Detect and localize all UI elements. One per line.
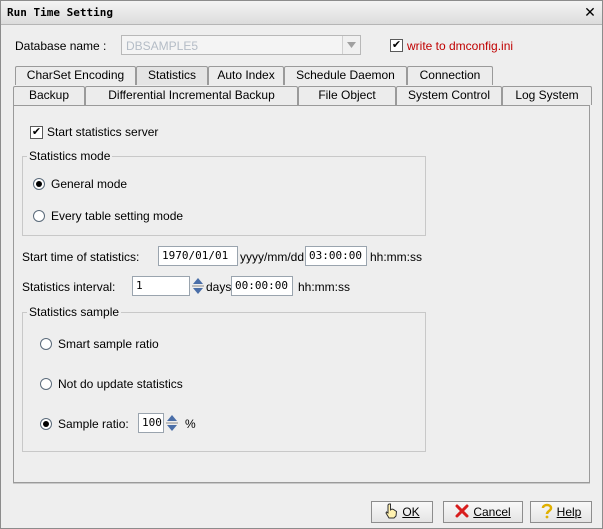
ok-label: OK xyxy=(402,505,420,519)
sample-ratio-unit: % xyxy=(185,417,196,431)
database-name-combo[interactable]: DBSAMPLE5 xyxy=(121,35,361,55)
hand-pointer-icon xyxy=(384,503,398,522)
tab-statistics[interactable]: Statistics xyxy=(136,66,208,85)
statistics-sample-title: Statistics sample xyxy=(27,305,122,319)
tab-differential-incremental-backup[interactable]: Differential Incremental Backup xyxy=(85,86,298,105)
smart-sample-ratio-label: Smart sample ratio xyxy=(58,337,159,351)
help-button[interactable]: Help xyxy=(530,501,592,523)
statistics-mode-title: Statistics mode xyxy=(27,149,113,163)
interval-time-input[interactable]: 00:00:00 xyxy=(231,276,293,296)
start-statistics-server-label: Start statistics server xyxy=(47,125,159,139)
question-mark-icon xyxy=(541,503,553,522)
statistics-panel: ✔ Start statistics server Statistics mod… xyxy=(13,105,590,483)
title-bar: Run Time Setting ✕ xyxy=(1,1,602,25)
interval-days-spinner[interactable] xyxy=(191,276,205,296)
write-config-label: write to dmconfig.ini xyxy=(407,39,514,53)
days-label: days xyxy=(206,280,232,294)
tab-file-object[interactable]: File Object xyxy=(298,86,396,105)
red-x-icon xyxy=(455,504,469,521)
ok-button[interactable]: OK xyxy=(371,501,433,523)
sample-ratio-input[interactable]: 100 xyxy=(138,413,164,433)
database-name-label: Database name : xyxy=(15,39,107,53)
help-label: Help xyxy=(556,505,582,519)
close-button[interactable]: ✕ xyxy=(582,4,598,20)
tab-backup[interactable]: Backup xyxy=(13,86,85,105)
sample-ratio-radio[interactable] xyxy=(40,418,52,430)
tab-auto-index[interactable]: Auto Index xyxy=(208,66,284,85)
sample-ratio-spinner[interactable] xyxy=(165,413,179,433)
window-title: Run Time Setting xyxy=(7,6,113,19)
interval-days-input[interactable]: 1 xyxy=(132,276,190,296)
footer-divider xyxy=(13,483,590,484)
database-name-value: DBSAMPLE5 xyxy=(126,39,199,53)
tab-system-control[interactable]: System Control xyxy=(396,86,502,105)
start-time-label: Start time of statistics: xyxy=(22,250,140,264)
statistics-interval-label: Statistics interval: xyxy=(22,280,116,294)
tab-schedule-daemon[interactable]: Schedule Daemon xyxy=(284,66,407,85)
general-mode-radio[interactable] xyxy=(33,178,45,190)
start-statistics-server-checkbox[interactable]: ✔ xyxy=(30,126,43,139)
tab-connection[interactable]: Connection xyxy=(407,66,493,85)
chevron-down-icon[interactable] xyxy=(342,36,360,54)
tab-charset-encoding[interactable]: CharSet Encoding xyxy=(15,66,136,85)
interval-time-format-label: hh:mm:ss xyxy=(298,280,351,294)
start-date-input[interactable]: 1970/01/01 xyxy=(158,246,238,266)
run-time-setting-window: Run Time Setting ✕ Database name : DBSAM… xyxy=(0,0,603,529)
tab-log-system[interactable]: Log System xyxy=(502,86,592,105)
not-update-statistics-label: Not do update statistics xyxy=(58,377,183,391)
every-table-mode-label: Every table setting mode xyxy=(51,209,184,223)
date-format-label: yyyy/mm/dd xyxy=(240,250,305,264)
general-mode-label: General mode xyxy=(51,177,128,191)
cancel-button[interactable]: Cancel xyxy=(443,501,523,523)
every-table-mode-radio[interactable] xyxy=(33,210,45,222)
smart-sample-ratio-radio[interactable] xyxy=(40,338,52,350)
start-time-format-label: hh:mm:ss xyxy=(370,250,423,264)
statistics-mode-group: Statistics mode General mode Every table… xyxy=(22,149,426,236)
write-config-checkbox[interactable]: ✔ xyxy=(390,39,403,52)
not-update-statistics-radio[interactable] xyxy=(40,378,52,390)
statistics-sample-group: Statistics sample Smart sample ratio Not… xyxy=(22,305,426,452)
cancel-label: Cancel xyxy=(473,505,511,519)
sample-ratio-label: Sample ratio: xyxy=(58,417,129,431)
start-time-input[interactable]: 03:00:00 xyxy=(305,246,367,266)
